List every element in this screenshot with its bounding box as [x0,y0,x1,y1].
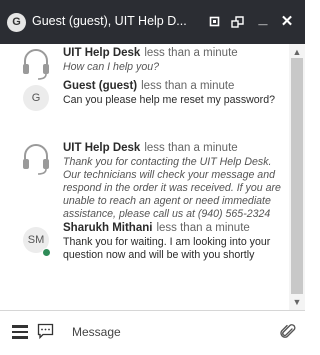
message-text: Thank you for contacting the UIT Help De… [63,156,281,220]
message-text: How can I help you? [63,61,159,73]
headset-avatar-icon [23,49,49,80]
scroll-thumb[interactable] [291,58,303,294]
chat-bubble-icon[interactable] [37,323,54,340]
window-titlebar: G Guest (guest), UIT Help D... _ ✕ [0,0,305,44]
message-author: Guest (guest) [63,80,138,92]
message-composer [0,310,305,355]
scrollbar[interactable]: ▲ ▼ [289,44,305,310]
window-title: Guest (guest), UIT Help D... [32,14,187,28]
menu-icon[interactable] [12,325,28,339]
title-avatar: G [7,13,26,32]
popout-icon[interactable] [229,12,247,32]
close-icon[interactable]: ✕ [278,13,296,33]
headset-avatar-icon [23,144,49,175]
message-time: less than a minute [144,142,238,154]
message-author: UIT Help Desk [63,142,141,154]
message-time: less than a minute [144,47,238,59]
message-author: Sharukh Mithani [63,222,153,234]
message-text: Can you please help me reset my password… [63,94,275,106]
online-status-dot [42,248,51,257]
message-time: less than a minute [141,80,235,92]
avatar: G [23,85,49,111]
message-author: UIT Help Desk [63,47,141,59]
stop-icon[interactable] [206,12,224,32]
message-list[interactable]: UIT Help Desk less than a minute How can … [0,44,288,310]
scroll-down-arrow-icon[interactable]: ▼ [291,296,303,308]
message-input[interactable] [66,319,278,345]
minimize-icon[interactable]: _ [254,10,272,30]
message-text: Thank you for waiting. I am looking into… [63,236,271,261]
scroll-up-arrow-icon[interactable]: ▲ [291,46,303,58]
paperclip-icon[interactable] [280,323,296,341]
message-time: less than a minute [156,222,250,234]
